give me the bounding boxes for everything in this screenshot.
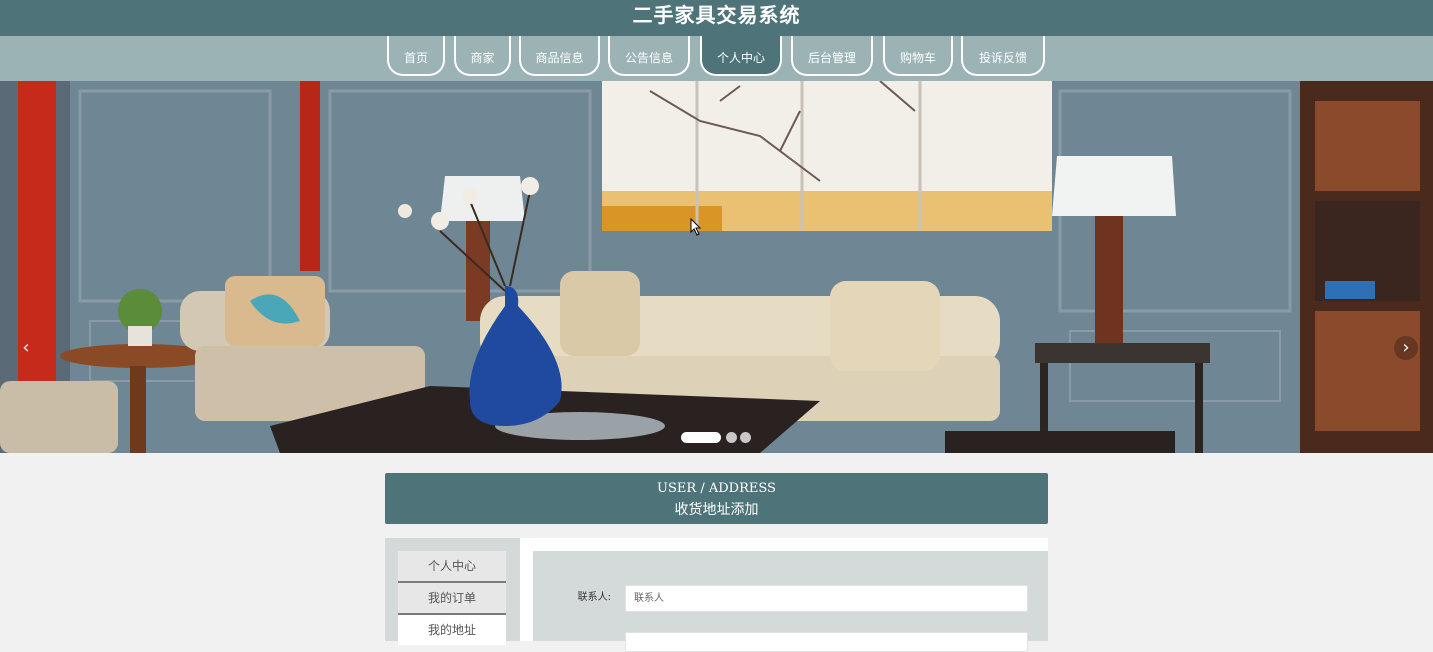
section-title-en: USER / ADDRESS	[657, 481, 776, 496]
carousel-dot-2[interactable]	[726, 432, 737, 443]
contact-input[interactable]	[625, 585, 1028, 612]
nav-item-merchant[interactable]: 商家	[454, 36, 511, 76]
section-header: USER / ADDRESS 收货地址添加	[385, 473, 1048, 524]
carousel-dot-3[interactable]	[740, 432, 751, 443]
nav-item-cart[interactable]: 购物车	[883, 36, 953, 76]
contact-label: 联系人:	[577, 592, 611, 603]
nav-item-admin[interactable]: 后台管理	[791, 36, 873, 76]
banner-carousel[interactable]: ‹ ›	[0, 81, 1433, 453]
nav-item-feedback[interactable]: 投诉反馈	[961, 36, 1045, 76]
main-navigation: 首页 商家 商品信息 公告信息 个人中心 后台管理 购物车 投诉反馈	[0, 36, 1433, 81]
section-title-cn: 收货地址添加	[674, 502, 759, 518]
next-form-input[interactable]	[625, 632, 1028, 652]
carousel-dot-1[interactable]	[681, 432, 721, 443]
user-sidebar: 个人中心 我的订单 我的地址	[385, 538, 520, 645]
carousel-prev-icon[interactable]: ‹	[14, 336, 38, 360]
sidebar-item-my-orders[interactable]: 我的订单	[398, 583, 506, 615]
nav-item-personal-center[interactable]: 个人中心	[700, 36, 782, 76]
mouse-cursor-icon	[690, 218, 702, 236]
nav-item-products[interactable]: 商品信息	[519, 36, 600, 76]
site-title: 二手家具交易系统	[632, 3, 801, 27]
nav-item-home[interactable]: 首页	[387, 36, 445, 76]
carousel-next-icon[interactable]: ›	[1394, 336, 1418, 360]
top-header-bar: 二手家具交易系统	[0, 0, 1433, 36]
sidebar-item-personal-center[interactable]: 个人中心	[398, 551, 506, 583]
nav-item-announcements[interactable]: 公告信息	[608, 36, 690, 76]
living-room-banner-image	[0, 81, 1433, 453]
